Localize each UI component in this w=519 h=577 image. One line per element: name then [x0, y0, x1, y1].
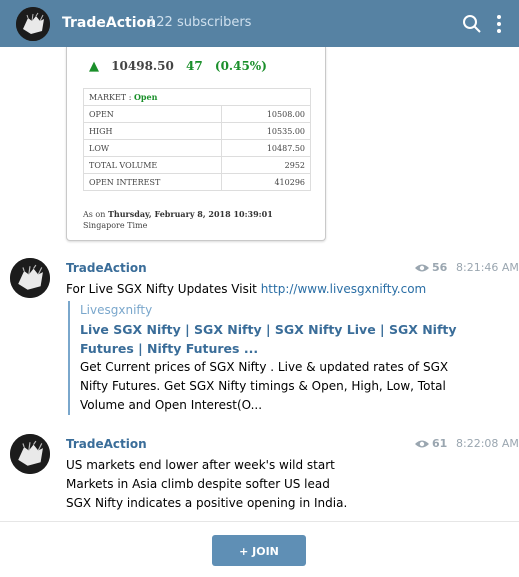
view-count: 56: [414, 261, 447, 274]
sgx-nifty-widget: ▲ 10498.50 47 (0.45%) MARKET : Open OPEN…: [66, 47, 326, 241]
author-avatar[interactable]: [10, 258, 50, 298]
row-value: 10508.00: [221, 105, 311, 123]
row-value: 10487.50: [221, 139, 311, 157]
table-row: LOW 10487.50: [83, 139, 311, 157]
search-icon[interactable]: [462, 14, 482, 34]
row-value: 2952: [221, 156, 311, 174]
message-author[interactable]: TradeAction: [66, 437, 147, 451]
message-line: Markets in Asia climb despite softer US …: [66, 477, 330, 491]
table-row: OPEN INTEREST 410296: [83, 173, 311, 191]
view-count-value: 61: [432, 437, 448, 450]
table-row: MARKET : Open: [83, 88, 311, 106]
message-time[interactable]: 8:21:46 AM: [456, 261, 519, 274]
fist-logo-icon: [10, 434, 50, 474]
market-label: MARKET :: [89, 93, 134, 102]
message-line: SGX Nifty indicates a positive opening i…: [66, 496, 348, 510]
market-table: MARKET : Open OPEN 10508.00 HIGH 10535.0…: [83, 88, 311, 191]
channel-header: TradeAction 122 subscribers: [0, 0, 519, 47]
message-text: For Live SGX Nifty Updates Visit http://…: [66, 280, 506, 299]
author-avatar[interactable]: [10, 434, 50, 474]
row-value: 410296: [221, 173, 311, 191]
asof-suffix: Singapore Time: [83, 221, 148, 230]
message-link[interactable]: http://www.livesgxnifty.com: [261, 282, 427, 296]
table-row: TOTAL VOLUME 2952: [83, 156, 311, 174]
view-count: 61: [414, 437, 447, 450]
channel-title[interactable]: TradeAction: [62, 15, 156, 31]
quote-row: ▲ 10498.50 47 (0.45%): [89, 59, 267, 74]
more-vertical-icon[interactable]: [494, 14, 504, 34]
fist-logo-icon: [16, 7, 50, 41]
eye-icon: [415, 440, 429, 448]
row-label: OPEN INTEREST: [83, 173, 222, 191]
preview-title[interactable]: Live SGX Nifty | SGX Nifty | SGX Nifty L…: [80, 320, 460, 358]
quote-change-pct: (0.45%): [214, 59, 267, 73]
as-of-timestamp: As on Thursday, February 8, 2018 10:39:0…: [83, 209, 315, 231]
join-button[interactable]: + JOIN: [212, 535, 306, 566]
message-time[interactable]: 8:22:08 AM: [456, 437, 519, 450]
eye-icon: [415, 264, 429, 272]
quote-change: 47: [186, 59, 203, 73]
subscriber-count: 122 subscribers: [148, 15, 252, 30]
table-row: HIGH 10535.00: [83, 122, 311, 140]
row-value: 10535.00: [221, 122, 311, 140]
asof-prefix: As on: [83, 210, 108, 219]
asof-date: Thursday, February 8, 2018 10:39:01: [107, 209, 273, 219]
footer-divider: [0, 521, 519, 522]
fist-logo-icon: [10, 258, 50, 298]
message-text: US markets end lower after week's wild s…: [66, 456, 506, 513]
message-author[interactable]: TradeAction: [66, 261, 147, 275]
row-label: OPEN: [83, 105, 222, 123]
link-preview[interactable]: Livesgxnifty Live SGX Nifty | SGX Nifty …: [68, 301, 460, 415]
row-label: HIGH: [83, 122, 222, 140]
row-label: LOW: [83, 139, 222, 157]
market-status-cell: MARKET : Open: [83, 88, 311, 106]
channel-avatar[interactable]: [16, 7, 50, 41]
message-line: US markets end lower after week's wild s…: [66, 458, 335, 472]
row-label: TOTAL VOLUME: [83, 156, 222, 174]
up-arrow-icon: ▲: [89, 59, 99, 74]
preview-site-name: Livesgxnifty: [80, 303, 153, 317]
quote-price: 10498.50: [111, 59, 174, 73]
market-state: Open: [133, 92, 158, 102]
view-count-value: 56: [432, 261, 448, 274]
preview-description: Get Current prices of SGX Nifty . Live &…: [80, 360, 449, 412]
table-row: OPEN 10508.00: [83, 105, 311, 123]
message-text-prefix: For Live SGX Nifty Updates Visit: [66, 282, 261, 296]
